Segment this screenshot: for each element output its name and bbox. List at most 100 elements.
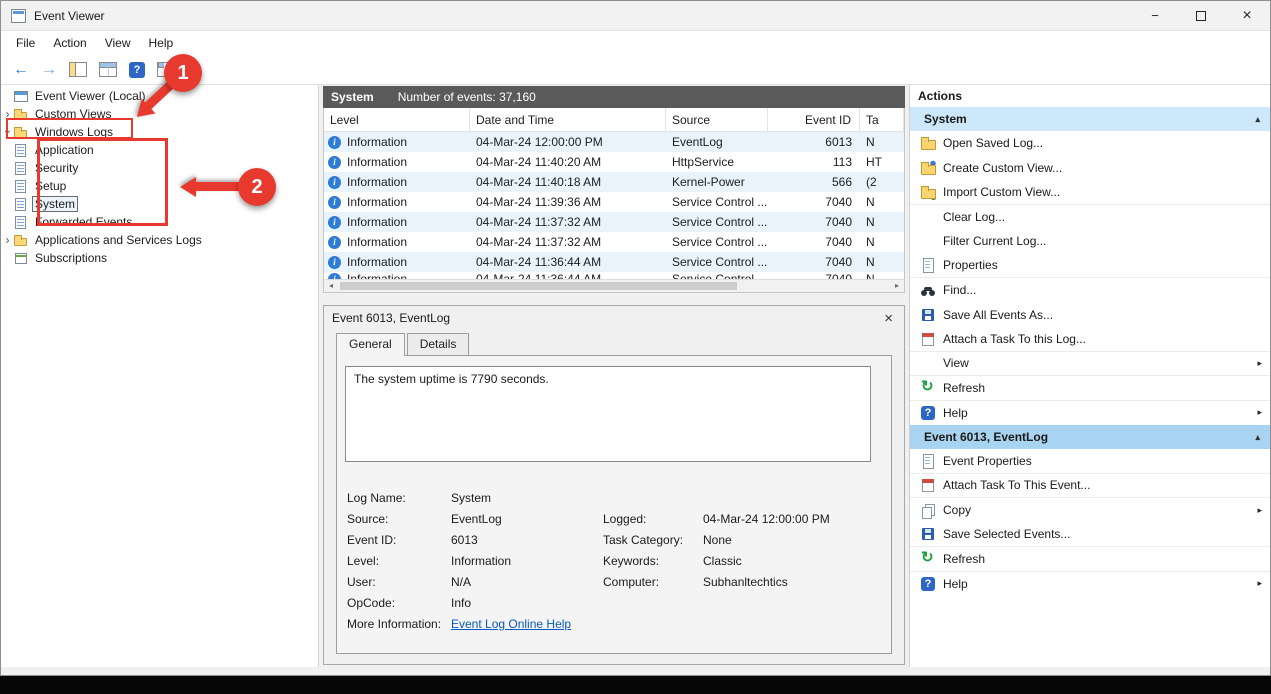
detail-tabs: GeneralDetails bbox=[336, 333, 904, 355]
column-header-date[interactable]: Date and Time bbox=[470, 108, 666, 131]
action-item[interactable]: Attach a Task To this Log... ▸ bbox=[910, 327, 1270, 352]
information-icon: i bbox=[328, 236, 341, 249]
maximize-button[interactable] bbox=[1178, 1, 1224, 30]
menu-item[interactable]: Action bbox=[44, 33, 95, 53]
column-header-level[interactable]: Level bbox=[324, 108, 470, 131]
column-header-event-id[interactable]: Event ID bbox=[768, 108, 860, 131]
action-item[interactable]: Save All Events As... ▸ bbox=[910, 303, 1270, 328]
menu-item[interactable]: View bbox=[96, 33, 140, 53]
event-source: Service Control ... bbox=[666, 215, 768, 229]
scroll-left-icon[interactable]: ◂ bbox=[324, 280, 338, 292]
event-row[interactable]: i Information 04-Mar-24 11:36:44 AM Serv… bbox=[324, 252, 904, 272]
event-datetime: 04-Mar-24 11:40:20 AM bbox=[470, 155, 666, 169]
collapse-icon[interactable]: ▴ bbox=[1255, 114, 1260, 125]
action-item[interactable]: Help ▸ bbox=[910, 401, 1270, 426]
close-button[interactable]: × bbox=[1224, 1, 1270, 30]
actions-section-system-header[interactable]: System ▴ bbox=[910, 107, 1270, 131]
action-item[interactable]: Filter Current Log... ▸ bbox=[910, 229, 1270, 254]
collapse-icon[interactable]: ▴ bbox=[1255, 432, 1260, 443]
event-task-category: HT bbox=[860, 155, 904, 169]
detail-tab[interactable]: General bbox=[336, 333, 405, 356]
back-icon[interactable]: ← bbox=[13, 62, 29, 78]
minimize-button[interactable]: − bbox=[1132, 1, 1178, 30]
action-label: Create Custom View... bbox=[943, 161, 1257, 175]
scrollbar-thumb[interactable] bbox=[340, 282, 737, 290]
forward-icon[interactable]: → bbox=[41, 62, 57, 78]
action-icon bbox=[920, 209, 936, 225]
screenshot-root: Event Viewer − × FileActionViewHelp ← → … bbox=[0, 0, 1271, 694]
action-icon bbox=[920, 526, 936, 542]
action-item[interactable]: Copy ▸ bbox=[910, 498, 1270, 523]
action-item[interactable]: Find... ▸ bbox=[910, 278, 1270, 303]
action-icon bbox=[920, 184, 936, 200]
horizontal-scrollbar[interactable]: ◂ ▸ bbox=[324, 279, 904, 292]
action-icon bbox=[920, 233, 936, 249]
event-id-value: 6013 bbox=[451, 530, 603, 551]
event-task-category: N bbox=[860, 235, 904, 249]
event-row[interactable]: i Information 04-Mar-24 11:40:20 AM Http… bbox=[324, 152, 904, 172]
event-row[interactable]: i Information 04-Mar-24 11:37:32 AM Serv… bbox=[324, 212, 904, 232]
action-item[interactable]: Open Saved Log... ▸ bbox=[910, 131, 1270, 156]
event-task-category: N bbox=[860, 272, 904, 279]
action-item[interactable]: Create Custom View... ▸ bbox=[910, 156, 1270, 181]
action-item[interactable]: Refresh ▸ bbox=[910, 376, 1270, 401]
tree-chevron-icon[interactable] bbox=[1, 233, 14, 247]
task-category-label: Task Category: bbox=[603, 530, 703, 551]
action-item[interactable]: Save Selected Events... ▸ bbox=[910, 523, 1270, 548]
menu-item[interactable]: Help bbox=[140, 33, 183, 53]
scrollbar-track[interactable] bbox=[338, 280, 890, 292]
event-row[interactable]: i Information 04-Mar-24 11:36:44 AM Serv… bbox=[324, 272, 904, 279]
action-item[interactable]: Properties ▸ bbox=[910, 254, 1270, 279]
column-header-source[interactable]: Source bbox=[666, 108, 768, 131]
action-icon bbox=[920, 477, 936, 493]
submenu-arrow-icon: ▸ bbox=[1257, 358, 1262, 369]
event-log-online-help-link[interactable]: Event Log Online Help bbox=[451, 617, 571, 631]
event-datetime: 04-Mar-24 12:00:00 PM bbox=[470, 135, 666, 149]
actions-section-event-header[interactable]: Event 6013, EventLog ▴ bbox=[910, 425, 1270, 449]
titlebar: Event Viewer − × bbox=[1, 1, 1270, 31]
event-datetime: 04-Mar-24 11:39:36 AM bbox=[470, 195, 666, 209]
minimize-icon: − bbox=[1151, 8, 1159, 23]
event-id: 7040 bbox=[768, 255, 860, 269]
column-header-task-category[interactable]: Ta bbox=[860, 108, 904, 131]
action-item[interactable]: Clear Log... ▸ bbox=[910, 205, 1270, 230]
action-icon bbox=[920, 307, 936, 323]
event-source: Service Control ... bbox=[666, 235, 768, 249]
tree-item[interactable]: Subscriptions bbox=[1, 249, 318, 267]
action-item[interactable]: Refresh ▸ bbox=[910, 547, 1270, 572]
event-source: EventLog bbox=[666, 135, 768, 149]
action-item[interactable]: Import Custom View... ▸ bbox=[910, 180, 1270, 205]
event-level: Information bbox=[347, 272, 407, 279]
tree-item-icon bbox=[14, 252, 28, 265]
detail-tab[interactable]: Details bbox=[407, 333, 470, 355]
window-controls: − × bbox=[1132, 1, 1270, 30]
event-task-category: N bbox=[860, 135, 904, 149]
action-label: Help bbox=[943, 406, 1257, 420]
event-row[interactable]: i Information 04-Mar-24 11:39:36 AM Serv… bbox=[324, 192, 904, 212]
event-source: Service Control ... bbox=[666, 272, 768, 279]
export-list-icon[interactable] bbox=[99, 62, 117, 77]
tree-item-icon bbox=[14, 90, 28, 103]
show-console-tree-icon[interactable] bbox=[69, 62, 87, 77]
tree-item-label: Event Viewer (Local) bbox=[33, 89, 148, 103]
event-id: 7040 bbox=[768, 195, 860, 209]
help-icon[interactable]: ? bbox=[129, 62, 145, 78]
close-detail-icon[interactable]: × bbox=[881, 310, 896, 327]
scroll-right-icon[interactable]: ▸ bbox=[890, 280, 904, 292]
event-row[interactable]: i Information 04-Mar-24 11:40:18 AM Kern… bbox=[324, 172, 904, 192]
information-icon: i bbox=[328, 156, 341, 169]
event-row[interactable]: i Information 04-Mar-24 12:00:00 PM Even… bbox=[324, 132, 904, 152]
event-id-label: Event ID: bbox=[347, 530, 451, 551]
tree-item-icon bbox=[14, 216, 28, 229]
tree-item[interactable]: Applications and Services Logs bbox=[1, 231, 318, 249]
action-item[interactable]: Attach Task To This Event... ▸ bbox=[910, 474, 1270, 499]
menu-item[interactable]: File bbox=[7, 33, 44, 53]
annotation-step-2-badge: 2 bbox=[238, 168, 276, 206]
action-item[interactable]: View ▸ bbox=[910, 352, 1270, 377]
event-source: Service Control ... bbox=[666, 195, 768, 209]
action-item[interactable]: Help ▸ bbox=[910, 572, 1270, 597]
event-count: Number of events: 37,160 bbox=[398, 90, 536, 104]
action-item[interactable]: Event Properties ▸ bbox=[910, 449, 1270, 474]
event-viewer-app-icon bbox=[11, 9, 26, 23]
event-row[interactable]: i Information 04-Mar-24 11:37:32 AM Serv… bbox=[324, 232, 904, 252]
